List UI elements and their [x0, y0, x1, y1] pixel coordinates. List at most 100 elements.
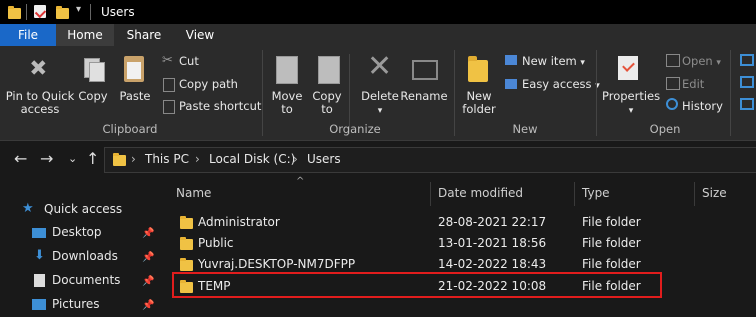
- desktop-icon: [32, 228, 46, 238]
- edit-button[interactable]: Edit: [682, 77, 704, 91]
- file-date: 13-01-2021 18:56: [438, 236, 547, 250]
- highlight-annotation-box: [172, 272, 662, 298]
- recent-locations-icon[interactable]: ⌄: [68, 152, 77, 165]
- edit-icon: [666, 77, 680, 90]
- paste-button[interactable]: Paste: [116, 90, 154, 103]
- column-header-name[interactable]: Name: [176, 186, 211, 200]
- up-arrow-icon[interactable]: ↑: [86, 149, 99, 168]
- file-type: File folder: [582, 215, 641, 229]
- pin-icon[interactable]: 📌: [142, 276, 154, 287]
- tab-home[interactable]: Home: [56, 24, 114, 46]
- new-folder-label: New: [466, 89, 492, 103]
- pin-label: Pin to Quick: [5, 89, 75, 103]
- open-button[interactable]: Open ▾: [682, 54, 721, 68]
- tab-view[interactable]: View: [172, 24, 228, 46]
- copy-path-icon: [163, 78, 175, 92]
- file-type: File folder: [582, 257, 641, 271]
- copy-to-label: to: [321, 102, 333, 116]
- chevron-down-icon: ▾: [716, 58, 721, 68]
- file-name: Yuvraj.DESKTOP-NM7DFPP: [198, 257, 356, 271]
- table-row[interactable]: Administrator 28-08-2021 22:17 File fold…: [168, 212, 756, 233]
- copy-button[interactable]: Copy: [76, 90, 110, 103]
- copy-icon-back: [89, 62, 105, 82]
- sidebar-item-desktop[interactable]: Desktop: [52, 225, 102, 239]
- move-to-button[interactable]: Move to: [268, 90, 306, 116]
- group-divider: [262, 50, 263, 136]
- delete-button[interactable]: Delete ▾: [358, 90, 402, 118]
- divider: [90, 4, 91, 20]
- properties-button[interactable]: Properties ▾: [602, 90, 660, 118]
- pin-icon: ✚: [21, 53, 53, 84]
- title-bar: ▾ Users: [0, 0, 756, 24]
- pin-icon[interactable]: 📌: [142, 228, 154, 239]
- breadcrumb-local-disk[interactable]: Local Disk (C:): [209, 152, 295, 166]
- column-divider[interactable]: [430, 182, 431, 206]
- new-folder-icon[interactable]: [56, 6, 69, 19]
- pictures-icon: [32, 299, 46, 310]
- breadcrumb[interactable]: › This PC › Local Disk (C:) › Users: [104, 147, 756, 173]
- pin-icon[interactable]: 📌: [142, 252, 154, 263]
- pin-icon[interactable]: 📌: [142, 300, 154, 311]
- properties-icon[interactable]: [34, 5, 47, 19]
- breadcrumb-this-pc[interactable]: This PC: [145, 152, 189, 166]
- paste-shortcut-button[interactable]: Paste shortcut: [179, 99, 261, 113]
- file-date: 14-02-2022 18:43: [438, 257, 547, 271]
- history-button[interactable]: History: [682, 99, 723, 113]
- rename-icon: [412, 60, 438, 80]
- new-folder-button[interactable]: New folder: [458, 90, 500, 116]
- column-header-size[interactable]: Size: [702, 186, 727, 200]
- pin-label: access: [20, 102, 60, 116]
- group-divider: [454, 50, 455, 136]
- tab-file[interactable]: File: [0, 24, 56, 46]
- back-arrow-icon[interactable]: ←: [14, 149, 27, 168]
- group-label-clipboard: Clipboard: [102, 122, 158, 136]
- sidebar-item-pictures[interactable]: Pictures: [52, 297, 100, 311]
- tab-share[interactable]: Share: [116, 24, 172, 46]
- sidebar-item-quick-access[interactable]: Quick access: [44, 202, 122, 216]
- copy-to-button[interactable]: Copy to: [308, 90, 346, 116]
- download-icon: ⬇: [34, 248, 45, 263]
- rename-button[interactable]: Rename: [400, 90, 448, 103]
- select-all-icon[interactable]: [740, 54, 754, 66]
- sidebar-item-documents[interactable]: Documents: [52, 273, 120, 287]
- move-label: Move: [271, 89, 303, 103]
- history-icon: [666, 98, 678, 110]
- breadcrumb-users[interactable]: Users: [307, 152, 341, 166]
- column-header-date-modified[interactable]: Date modified: [438, 186, 523, 200]
- group-label-new: New: [512, 122, 538, 136]
- chevron-down-icon: ▾: [628, 106, 634, 116]
- group-divider: [730, 50, 731, 136]
- file-name: Public: [198, 236, 234, 250]
- delete-label: Delete: [361, 89, 399, 103]
- column-divider[interactable]: [574, 182, 575, 206]
- invert-selection-icon[interactable]: [740, 98, 754, 110]
- sort-ascending-icon: ^: [296, 176, 305, 187]
- select-none-icon[interactable]: [740, 76, 754, 88]
- column-divider[interactable]: [694, 182, 695, 206]
- forward-arrow-icon[interactable]: →: [40, 149, 53, 168]
- sidebar-item-downloads[interactable]: Downloads: [52, 249, 118, 263]
- chevron-down-icon: ▾: [377, 106, 383, 116]
- paste-icon: [124, 56, 144, 82]
- easy-access-label: Easy access: [522, 77, 592, 91]
- delete-icon: ✕: [367, 49, 393, 84]
- copy-path-button[interactable]: Copy path: [179, 77, 238, 91]
- folder-icon: [180, 216, 193, 229]
- file-name: Administrator: [198, 215, 280, 229]
- new-item-label: New item: [522, 54, 577, 68]
- documents-icon: [34, 274, 45, 287]
- properties-icon: [618, 56, 638, 80]
- navigation-pane: ★ Quick access Desktop 📌 ⬇ Downloads 📌 D…: [0, 178, 160, 317]
- ribbon-tabs: File Home Share View: [0, 24, 756, 46]
- file-type: File folder: [582, 236, 641, 250]
- star-icon: ★: [22, 201, 34, 216]
- open-label: Open: [682, 54, 713, 68]
- cut-button[interactable]: Cut: [179, 54, 199, 68]
- new-item-button[interactable]: New item ▾: [522, 54, 585, 68]
- table-row[interactable]: Public 13-01-2021 18:56 File folder: [168, 233, 756, 254]
- open-icon: [666, 54, 680, 67]
- column-header-type[interactable]: Type: [582, 186, 610, 200]
- customize-dropdown-icon[interactable]: ▾: [76, 4, 81, 15]
- pin-to-quick-access-button[interactable]: Pin to Quick access: [2, 90, 78, 116]
- easy-access-button[interactable]: Easy access ▾: [522, 77, 600, 91]
